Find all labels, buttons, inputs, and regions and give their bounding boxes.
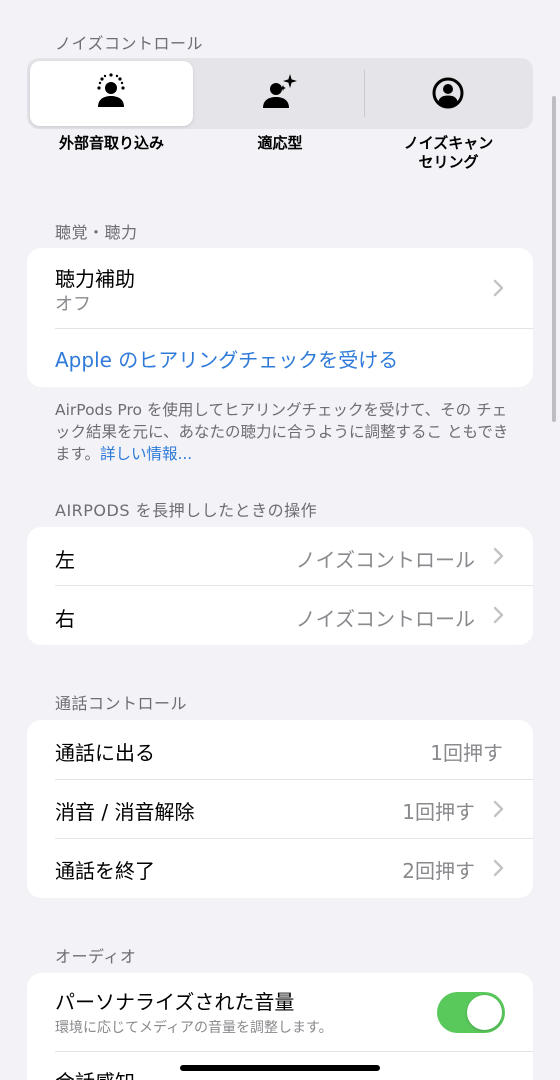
hearing-assist-row[interactable]: 聴力補助 オフ [27,248,533,328]
hearing-assist-value: オフ [55,294,91,315]
audio-card: パーソナライズされた音量 環境に応じてメディアの音量を調整します。 会話感知 [27,973,533,1080]
personalized-volume-toggle[interactable] [437,992,505,1033]
segment-label-transparency: 外部音取り込み [58,134,164,152]
personalized-volume-row: パーソナライズされた音量 環境に応じてメディアの音量を調整します。 [27,973,533,1051]
call-answer-value: 1回押す [430,741,503,765]
toggle-knob [467,995,502,1030]
scrollbar[interactable] [552,96,556,422]
chevron-right-icon [493,279,504,297]
hearing-check-row[interactable]: Apple のヒアリングチェックを受ける [27,329,533,387]
call-end-value: 2回押す [402,859,475,883]
call-end-label: 通話を終了 [55,859,155,883]
press-hold-card: 左 ノイズコントロール 右 ノイズコントロール [27,527,533,645]
call-mute-value: 1回押す [402,800,475,824]
audio-header: オーディオ [55,947,137,966]
hearing-footnote: AirPods Pro を使用してヒアリングチェックを受けて、その チェック結果… [55,399,515,465]
chevron-right-icon [493,859,504,877]
hearing-card: 聴力補助 オフ Apple のヒアリングチェックを受ける [27,248,533,387]
noise-control-segmented [27,58,533,129]
call-mute-label: 消音 / 消音解除 [55,800,195,824]
learn-more-link[interactable]: 詳しい情報... [100,445,192,463]
call-end-row[interactable]: 通話を終了 2回押す [27,839,533,898]
chevron-right-icon [493,800,504,818]
call-answer-label: 通話に出る [55,741,155,765]
personalized-volume-title: パーソナライズされた音量 [55,990,295,1014]
press-hold-header: AIRPODS を長押ししたときの操作 [55,501,318,520]
noise-cancelling-icon[interactable] [426,71,470,115]
noise-control-header: ノイズコントロール [55,34,204,53]
hearing-assist-title: 聴力補助 [55,267,135,291]
call-control-header: 通話コントロール [55,694,188,713]
press-hold-left-row[interactable]: 左 ノイズコントロール [27,527,533,585]
chevron-right-icon [493,606,504,624]
segment-label-noise-cancelling: ノイズキャン セリング [403,134,494,171]
hearing-check-link[interactable]: Apple のヒアリングチェックを受ける [55,344,398,373]
airpods-settings-page: ノイズコントロール 外部音取り込み 適応型 ノイズキャン セリング 聴覚・聴力 … [0,0,560,1080]
call-control-card: 通話に出る 1回押す 消音 / 消音解除 1回押す 通話を終了 2回押す [27,720,533,898]
press-hold-left-value: ノイズコントロール [295,548,475,572]
conversation-awareness-title: 会話感知 [55,1066,135,1080]
transparency-icon[interactable] [89,71,133,115]
call-answer-row[interactable]: 通話に出る 1回押す [27,720,533,779]
call-mute-row[interactable]: 消音 / 消音解除 1回押す [27,780,533,838]
home-indicator[interactable] [180,1065,380,1071]
press-hold-right-label: 右 [55,607,75,631]
hearing-header: 聴覚・聴力 [55,223,138,242]
press-hold-right-row[interactable]: 右 ノイズコントロール [27,586,533,645]
personalized-volume-subtitle: 環境に応じてメディアの音量を調整します。 [55,1020,333,1036]
segment-divider [364,70,365,117]
chevron-right-icon [493,547,504,565]
adaptive-icon[interactable] [257,71,301,115]
segment-label-adaptive: 適応型 [257,134,303,152]
press-hold-right-value: ノイズコントロール [295,607,475,631]
press-hold-left-label: 左 [55,548,75,572]
